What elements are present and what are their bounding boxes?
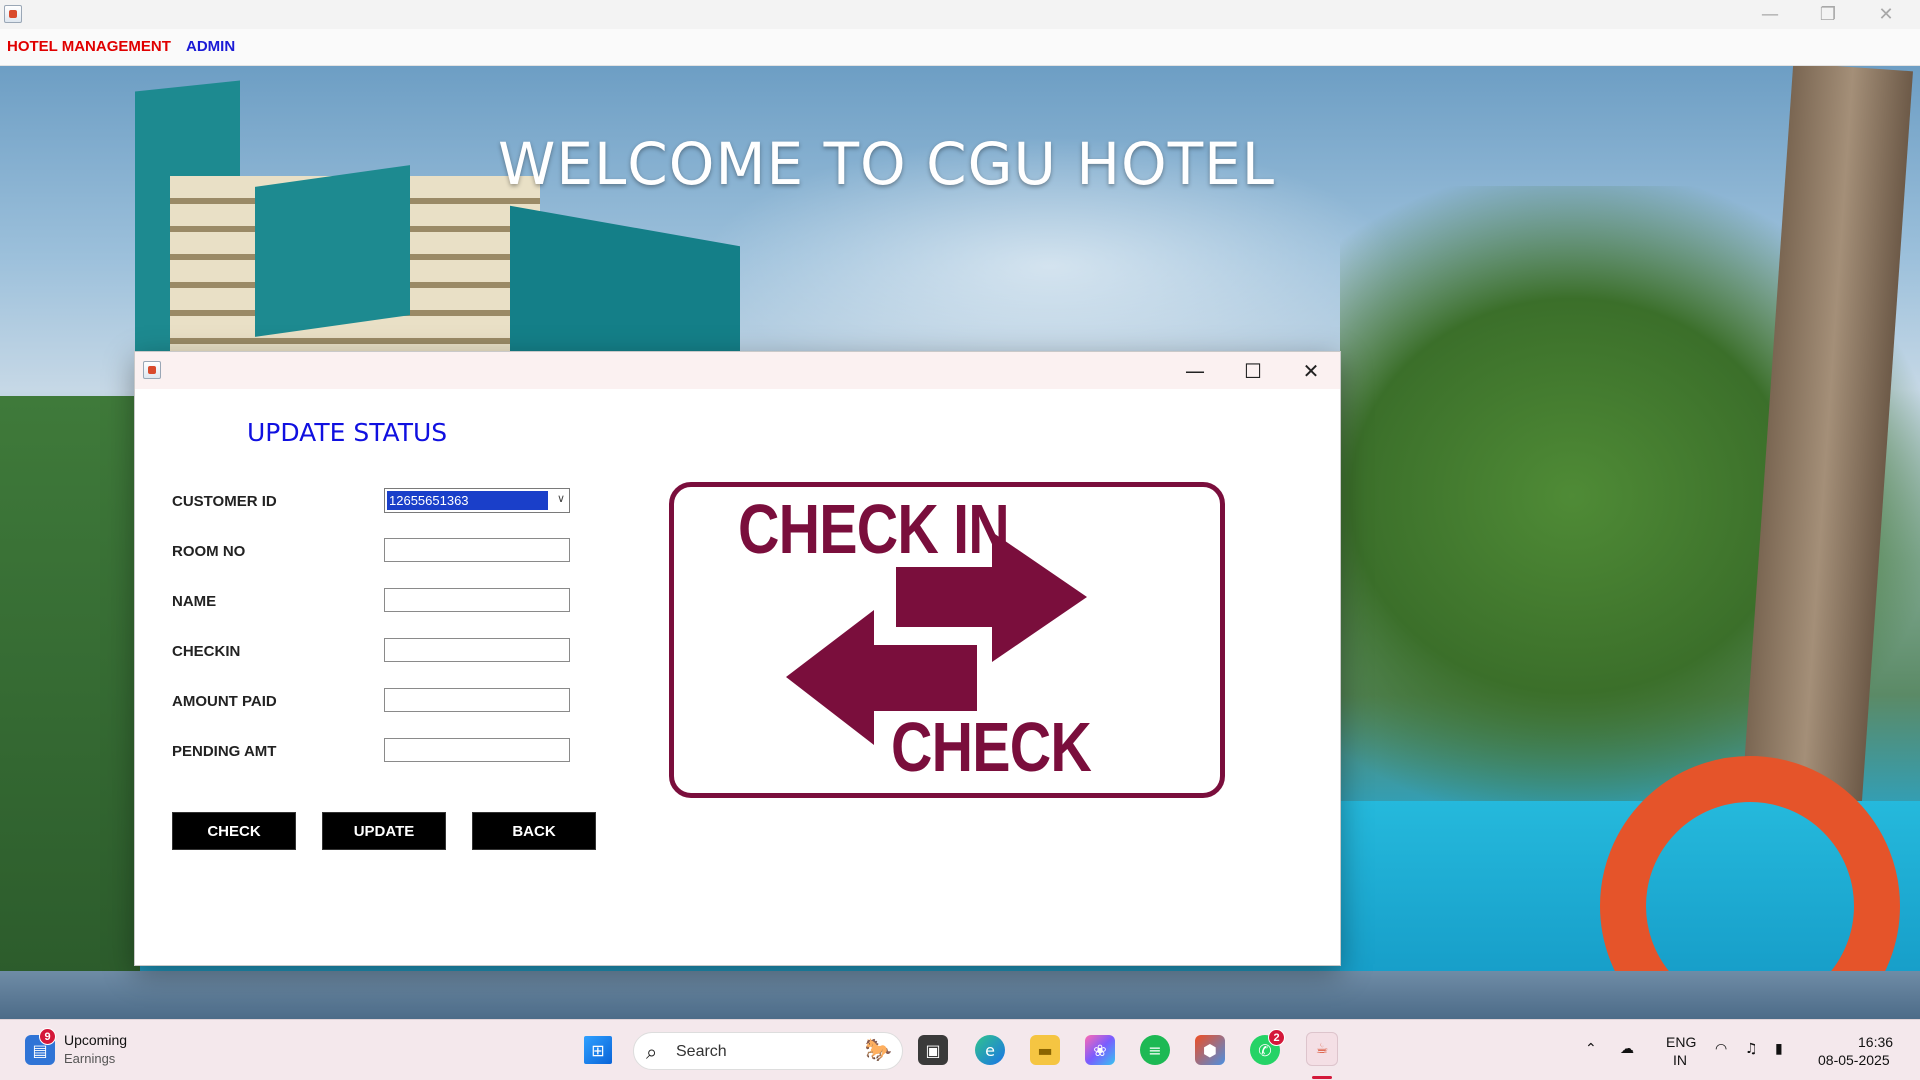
onedrive-cloud-icon[interactable]: ☁ bbox=[1620, 1040, 1634, 1058]
dialog-minimize-button[interactable]: — bbox=[1166, 352, 1224, 389]
amount-paid-input[interactable] bbox=[384, 688, 570, 712]
room-no-input[interactable] bbox=[384, 538, 570, 562]
checkin-label: CHECKIN bbox=[172, 643, 241, 660]
battery-icon[interactable]: ▮ bbox=[1775, 1040, 1783, 1058]
customer-id-dropdown[interactable]: 12655651363 ∨ bbox=[384, 488, 570, 513]
amount-paid-label: AMOUNT PAID bbox=[172, 693, 277, 710]
sign-check-out-text: CHECK OUT bbox=[891, 708, 1092, 793]
pending-amt-label: PENDING AMT bbox=[172, 743, 277, 760]
chevron-down-icon[interactable]: ∨ bbox=[557, 492, 565, 505]
update-status-dialog: — ☐ ✕ UPDATE STATUS CUSTOMER ID ROOM NO … bbox=[134, 351, 1341, 966]
room-no-label: ROOM NO bbox=[172, 543, 246, 560]
search-placeholder: Search bbox=[676, 1043, 727, 1060]
search-icon: ⌕ bbox=[646, 1040, 658, 1064]
building-tower-middle bbox=[255, 165, 410, 337]
check-in-check-out-sign: CHECK IN CHECK OUT bbox=[669, 482, 1225, 798]
windows-taskbar: ▤ 9 Upcoming Earnings ⊞ ⌕ Search 🐎 ▣ e ▬… bbox=[0, 1019, 1920, 1080]
menu-bar: HOTEL MANAGEMENT ADMIN bbox=[0, 29, 1920, 66]
active-app-indicator bbox=[1312, 1076, 1332, 1079]
check-button[interactable]: CHECK bbox=[172, 812, 296, 850]
dialog-title-bar: — ☐ ✕ bbox=[135, 352, 1340, 389]
window-title-bar: — ❐ ✕ bbox=[0, 0, 1920, 29]
task-view-icon[interactable]: ▣ bbox=[918, 1035, 948, 1065]
app-hexagon-icon[interactable]: ⬢ bbox=[1195, 1035, 1225, 1065]
search-highlight-icon: 🐎 bbox=[864, 1037, 892, 1062]
close-button[interactable]: ✕ bbox=[1863, 0, 1909, 29]
left-trees bbox=[0, 396, 140, 1016]
java-app-icon bbox=[4, 5, 22, 23]
menu-hotel-management[interactable]: HOTEL MANAGEMENT bbox=[7, 38, 171, 55]
name-input[interactable] bbox=[384, 588, 570, 612]
name-label: NAME bbox=[172, 593, 217, 610]
restore-button[interactable]: ❐ bbox=[1805, 0, 1851, 29]
customer-id-label: CUSTOMER ID bbox=[172, 493, 277, 510]
update-button[interactable]: UPDATE bbox=[322, 812, 446, 850]
pending-amt-input[interactable] bbox=[384, 738, 570, 762]
file-explorer-icon[interactable]: ▬ bbox=[1030, 1035, 1060, 1065]
menu-admin[interactable]: ADMIN bbox=[186, 38, 235, 55]
right-arrow-icon bbox=[896, 532, 1087, 662]
widget-title[interactable]: Upcoming bbox=[64, 1031, 127, 1049]
customer-id-selected-value: 12655651363 bbox=[387, 491, 548, 510]
dialog-java-icon bbox=[143, 361, 161, 379]
back-button[interactable]: BACK bbox=[472, 812, 596, 850]
welcome-title: WELCOME TO CGU HOTEL bbox=[498, 130, 1276, 198]
clock-time[interactable]: 16:36 bbox=[1858, 1033, 1893, 1051]
edge-browser-icon[interactable]: e bbox=[975, 1035, 1005, 1065]
dialog-maximize-button[interactable]: ☐ bbox=[1224, 352, 1282, 389]
volume-icon[interactable]: ♫ bbox=[1745, 1040, 1758, 1058]
pool-deck-loungers bbox=[0, 971, 1920, 1019]
show-hidden-icons-chevron-icon[interactable]: ⌃ bbox=[1585, 1040, 1597, 1058]
whatsapp-badge: 2 bbox=[1268, 1029, 1285, 1046]
minimize-button[interactable]: — bbox=[1747, 0, 1793, 29]
dialog-heading: UPDATE STATUS bbox=[247, 418, 448, 447]
java-app-taskbar-icon[interactable]: ☕ bbox=[1306, 1032, 1338, 1066]
windows-start-icon[interactable]: ⊞ bbox=[584, 1036, 612, 1064]
widget-badge: 9 bbox=[39, 1028, 56, 1045]
language-indicator-line1[interactable]: ENG bbox=[1666, 1033, 1696, 1051]
widget-subtitle[interactable]: Earnings bbox=[64, 1050, 115, 1068]
java-cup-icon: ☕ bbox=[1315, 1041, 1329, 1057]
wifi-icon[interactable]: ◠ bbox=[1715, 1040, 1727, 1058]
clock-date[interactable]: 08-05-2025 bbox=[1818, 1051, 1890, 1069]
dialog-close-button[interactable]: ✕ bbox=[1282, 352, 1340, 389]
checkin-input[interactable] bbox=[384, 638, 570, 662]
taskbar-search-box[interactable]: ⌕ Search 🐎 bbox=[633, 1032, 903, 1070]
language-indicator-line2[interactable]: IN bbox=[1673, 1051, 1687, 1069]
spotify-icon[interactable]: ≡ bbox=[1140, 1035, 1170, 1065]
copilot-icon[interactable]: ❀ bbox=[1085, 1035, 1115, 1065]
